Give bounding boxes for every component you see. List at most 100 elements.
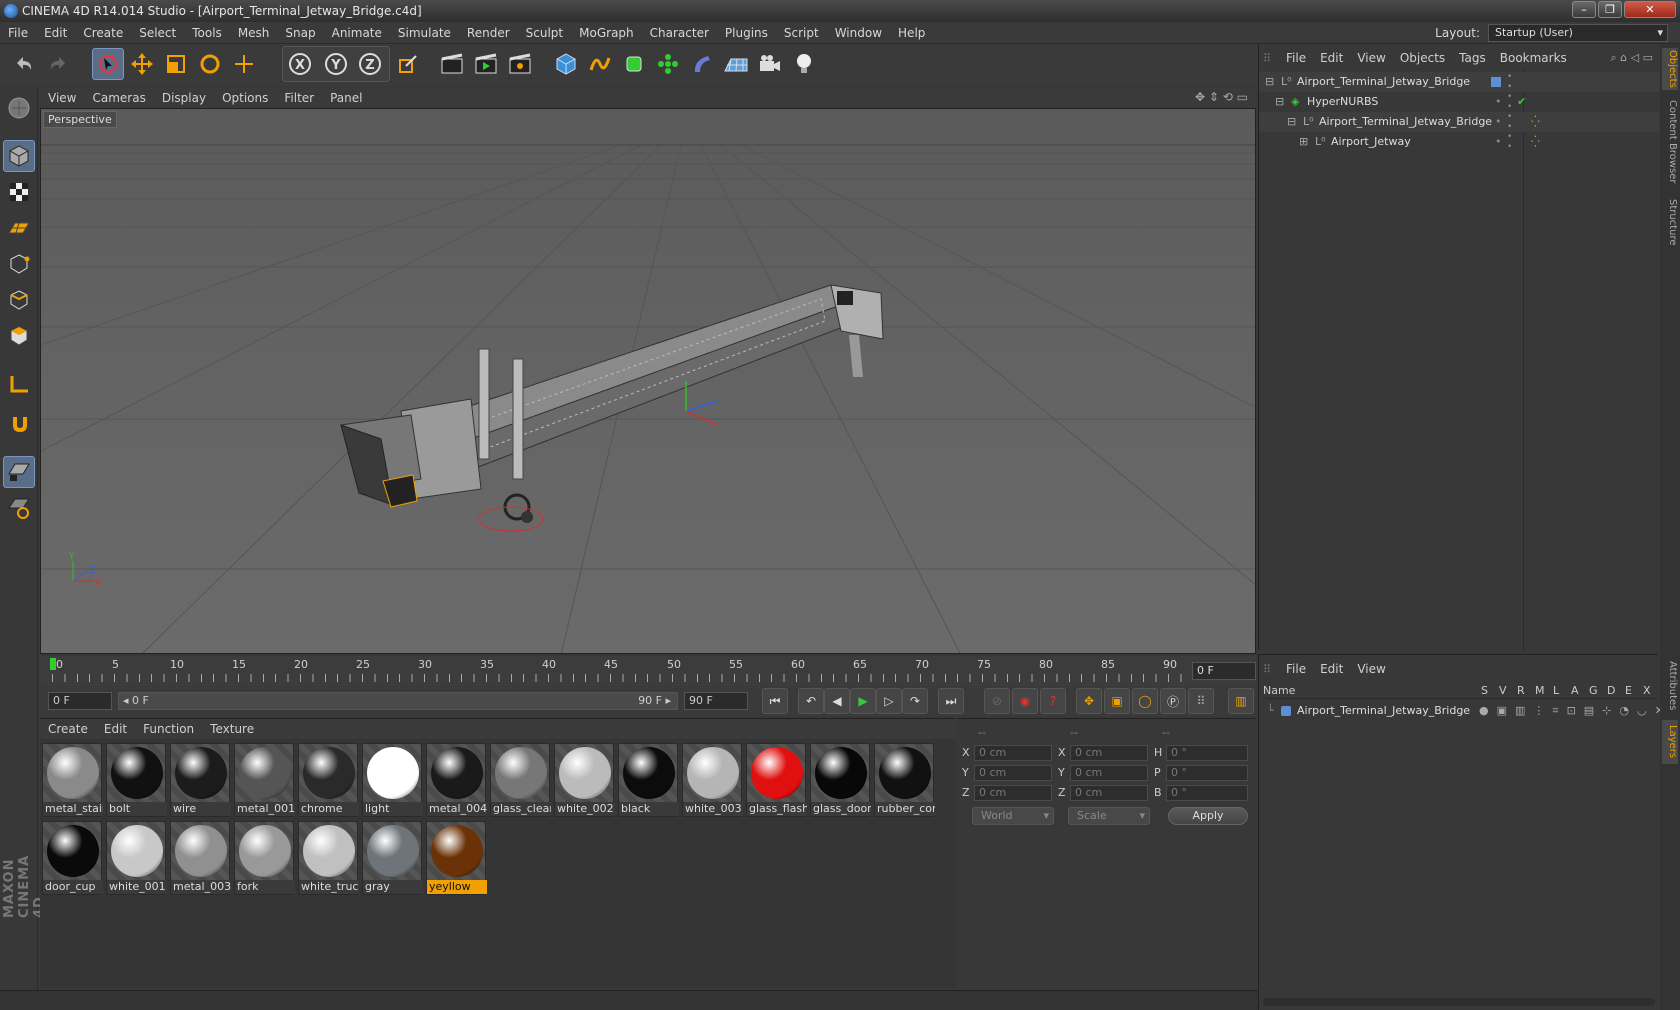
material-swatch[interactable]: door_cup	[42, 821, 103, 895]
expand-toggle-icon[interactable]: ⊞	[1299, 132, 1308, 152]
menu-edit[interactable]: Edit	[36, 22, 75, 44]
timeline-window-button[interactable]: ▥	[1228, 688, 1254, 714]
go-to-end-button[interactable]: ⏭	[938, 688, 964, 714]
redo-button[interactable]	[42, 48, 74, 80]
light-button[interactable]	[788, 48, 820, 80]
animation-column-header[interactable]: A	[1571, 683, 1579, 699]
rotate-button[interactable]	[194, 48, 226, 80]
render-view-button[interactable]	[436, 48, 468, 80]
size-mode-dropdown[interactable]: Scale ▾	[1068, 807, 1150, 825]
menu-animate[interactable]: Animate	[324, 22, 390, 44]
menu-file[interactable]: File	[0, 22, 36, 44]
close-button[interactable]: ✕	[1624, 1, 1676, 18]
record-position-button[interactable]: ✥	[1076, 688, 1102, 714]
layout-select[interactable]: Startup (User) ▾	[1488, 24, 1668, 42]
material-swatch[interactable]: glass_clear	[490, 743, 551, 817]
coordinate-space-dropdown[interactable]: World ▾	[972, 807, 1054, 825]
material-swatch[interactable]: white_002	[554, 743, 615, 817]
spline-button[interactable]	[584, 48, 616, 80]
material-menu-function[interactable]: Function	[135, 719, 202, 739]
material-swatch[interactable]: fork	[234, 821, 295, 895]
record-parameter-button[interactable]: Ⓟ	[1160, 688, 1186, 714]
visible-column-header[interactable]: V	[1499, 683, 1507, 699]
record-scale-button[interactable]: ▣	[1104, 688, 1130, 714]
x-axis-lock-button[interactable]: X	[284, 48, 316, 80]
next-frame-button[interactable]: ▷	[876, 688, 902, 714]
play-button[interactable]: ▶	[850, 688, 876, 714]
editor-visibility-icon[interactable]: •	[1495, 132, 1502, 152]
object-row[interactable]: ⊟ L⁰ Airport_Terminal_Jetway_Bridge • •	[1259, 72, 1659, 92]
material-tags-icon[interactable]: ⁛	[1531, 132, 1540, 152]
current-frame-field[interactable]: 0 F	[1192, 662, 1256, 680]
menu-mograph[interactable]: MoGraph	[571, 22, 642, 44]
timeline-ruler[interactable]: 0 5 10 15 20 25 30 35 40 45 50 55 60 65 …	[40, 656, 1256, 686]
position-z-field[interactable]: 0 cm	[974, 785, 1052, 801]
previous-frame-button[interactable]: ◀	[824, 688, 850, 714]
material-swatch[interactable]: bolt	[106, 743, 167, 817]
menu-character[interactable]: Character	[642, 22, 717, 44]
object-row[interactable]: ⊟ ◈ HyperNURBS • • • ✔	[1259, 92, 1659, 112]
menu-help[interactable]: Help	[890, 22, 933, 44]
nurbs-button[interactable]	[618, 48, 650, 80]
material-swatch[interactable]: white_001	[106, 821, 167, 895]
deformers-column-header[interactable]: D	[1607, 683, 1615, 699]
render-to-picture-viewer-button[interactable]	[470, 48, 502, 80]
min-frame-field[interactable]: 0 F	[48, 692, 112, 710]
layer-menu-view[interactable]: View	[1350, 659, 1392, 679]
material-menu-edit[interactable]: Edit	[96, 719, 135, 739]
menu-mesh[interactable]: Mesh	[230, 22, 278, 44]
expressions-column-header[interactable]: E	[1625, 683, 1632, 699]
maximize-button[interactable]: ❐	[1598, 1, 1622, 18]
max-frame-field[interactable]: 90 F	[684, 692, 748, 710]
render-settings-button[interactable]	[504, 48, 536, 80]
make-editable-button[interactable]	[3, 92, 35, 124]
material-swatch[interactable]: rubber_cor	[874, 743, 935, 817]
perspective-viewport[interactable]: Y X Z Perspective	[40, 108, 1256, 654]
tab-content-browser[interactable]: Content Browser	[1662, 96, 1678, 188]
floor-button[interactable]	[720, 48, 752, 80]
workplane-mode-button[interactable]	[3, 212, 35, 244]
record-rotation-button[interactable]: ◯	[1132, 688, 1158, 714]
tab-attributes[interactable]: Attributes	[1662, 656, 1678, 716]
minimize-button[interactable]: –	[1572, 1, 1596, 18]
object-menu-file[interactable]: File	[1279, 48, 1313, 68]
polygons-mode-button[interactable]	[3, 320, 35, 352]
menu-create[interactable]: Create	[75, 22, 131, 44]
size-y-field[interactable]: 0 cm	[1070, 765, 1148, 781]
material-swatch[interactable]: white_truck	[298, 821, 359, 895]
material-tags-icon[interactable]: ⁛	[1531, 112, 1540, 132]
move-button[interactable]	[126, 48, 158, 80]
size-x-field[interactable]: 0 cm	[1070, 745, 1148, 761]
workplane-lock-button[interactable]	[3, 456, 35, 488]
rotation-h-field[interactable]: 0 °	[1166, 745, 1248, 761]
layer-menu-edit[interactable]: Edit	[1313, 659, 1350, 679]
preview-range-slider[interactable]: ◂ 0 F 90 F ▸	[118, 692, 678, 710]
camera-button[interactable]	[754, 48, 786, 80]
material-menu-texture[interactable]: Texture	[202, 719, 262, 739]
object-search-icon[interactable]: ⌕ ⌂ ◁ ▭	[1611, 48, 1654, 68]
material-swatch[interactable]: black	[618, 743, 679, 817]
position-y-field[interactable]: 0 cm	[974, 765, 1052, 781]
viewport-dolly-icon[interactable]: ⇕	[1209, 90, 1219, 104]
material-swatch[interactable]: glass_flash	[746, 743, 807, 817]
rotation-b-field[interactable]: 0 °	[1166, 785, 1248, 801]
live-selection-button[interactable]	[92, 48, 124, 80]
object-row[interactable]: ⊟ L⁰ Airport_Terminal_Jetway_Bridge • • •…	[1259, 112, 1659, 132]
visibility-dots-icon[interactable]: • •	[1507, 92, 1512, 112]
object-menu-tags[interactable]: Tags	[1452, 48, 1493, 68]
solo-column-header[interactable]: S	[1481, 683, 1488, 699]
material-swatch[interactable]: chrome	[298, 743, 359, 817]
points-mode-button[interactable]	[3, 248, 35, 280]
coordinate-system-button[interactable]	[392, 48, 424, 80]
z-axis-lock-button[interactable]: Z	[354, 48, 386, 80]
viewport-rotate-icon[interactable]: ⟲	[1223, 90, 1233, 104]
menu-sculpt[interactable]: Sculpt	[518, 22, 571, 44]
object-menu-edit[interactable]: Edit	[1313, 48, 1350, 68]
tab-layers[interactable]: Layers	[1662, 720, 1678, 764]
position-x-field[interactable]: 0 cm	[974, 745, 1052, 761]
y-axis-lock-button[interactable]: Y	[320, 48, 352, 80]
visibility-dots-icon[interactable]: • •	[1507, 132, 1512, 152]
material-swatch[interactable]: glass_door	[810, 743, 871, 817]
material-swatch[interactable]: wire	[170, 743, 231, 817]
viewport-menu-options[interactable]: Options	[214, 88, 276, 108]
